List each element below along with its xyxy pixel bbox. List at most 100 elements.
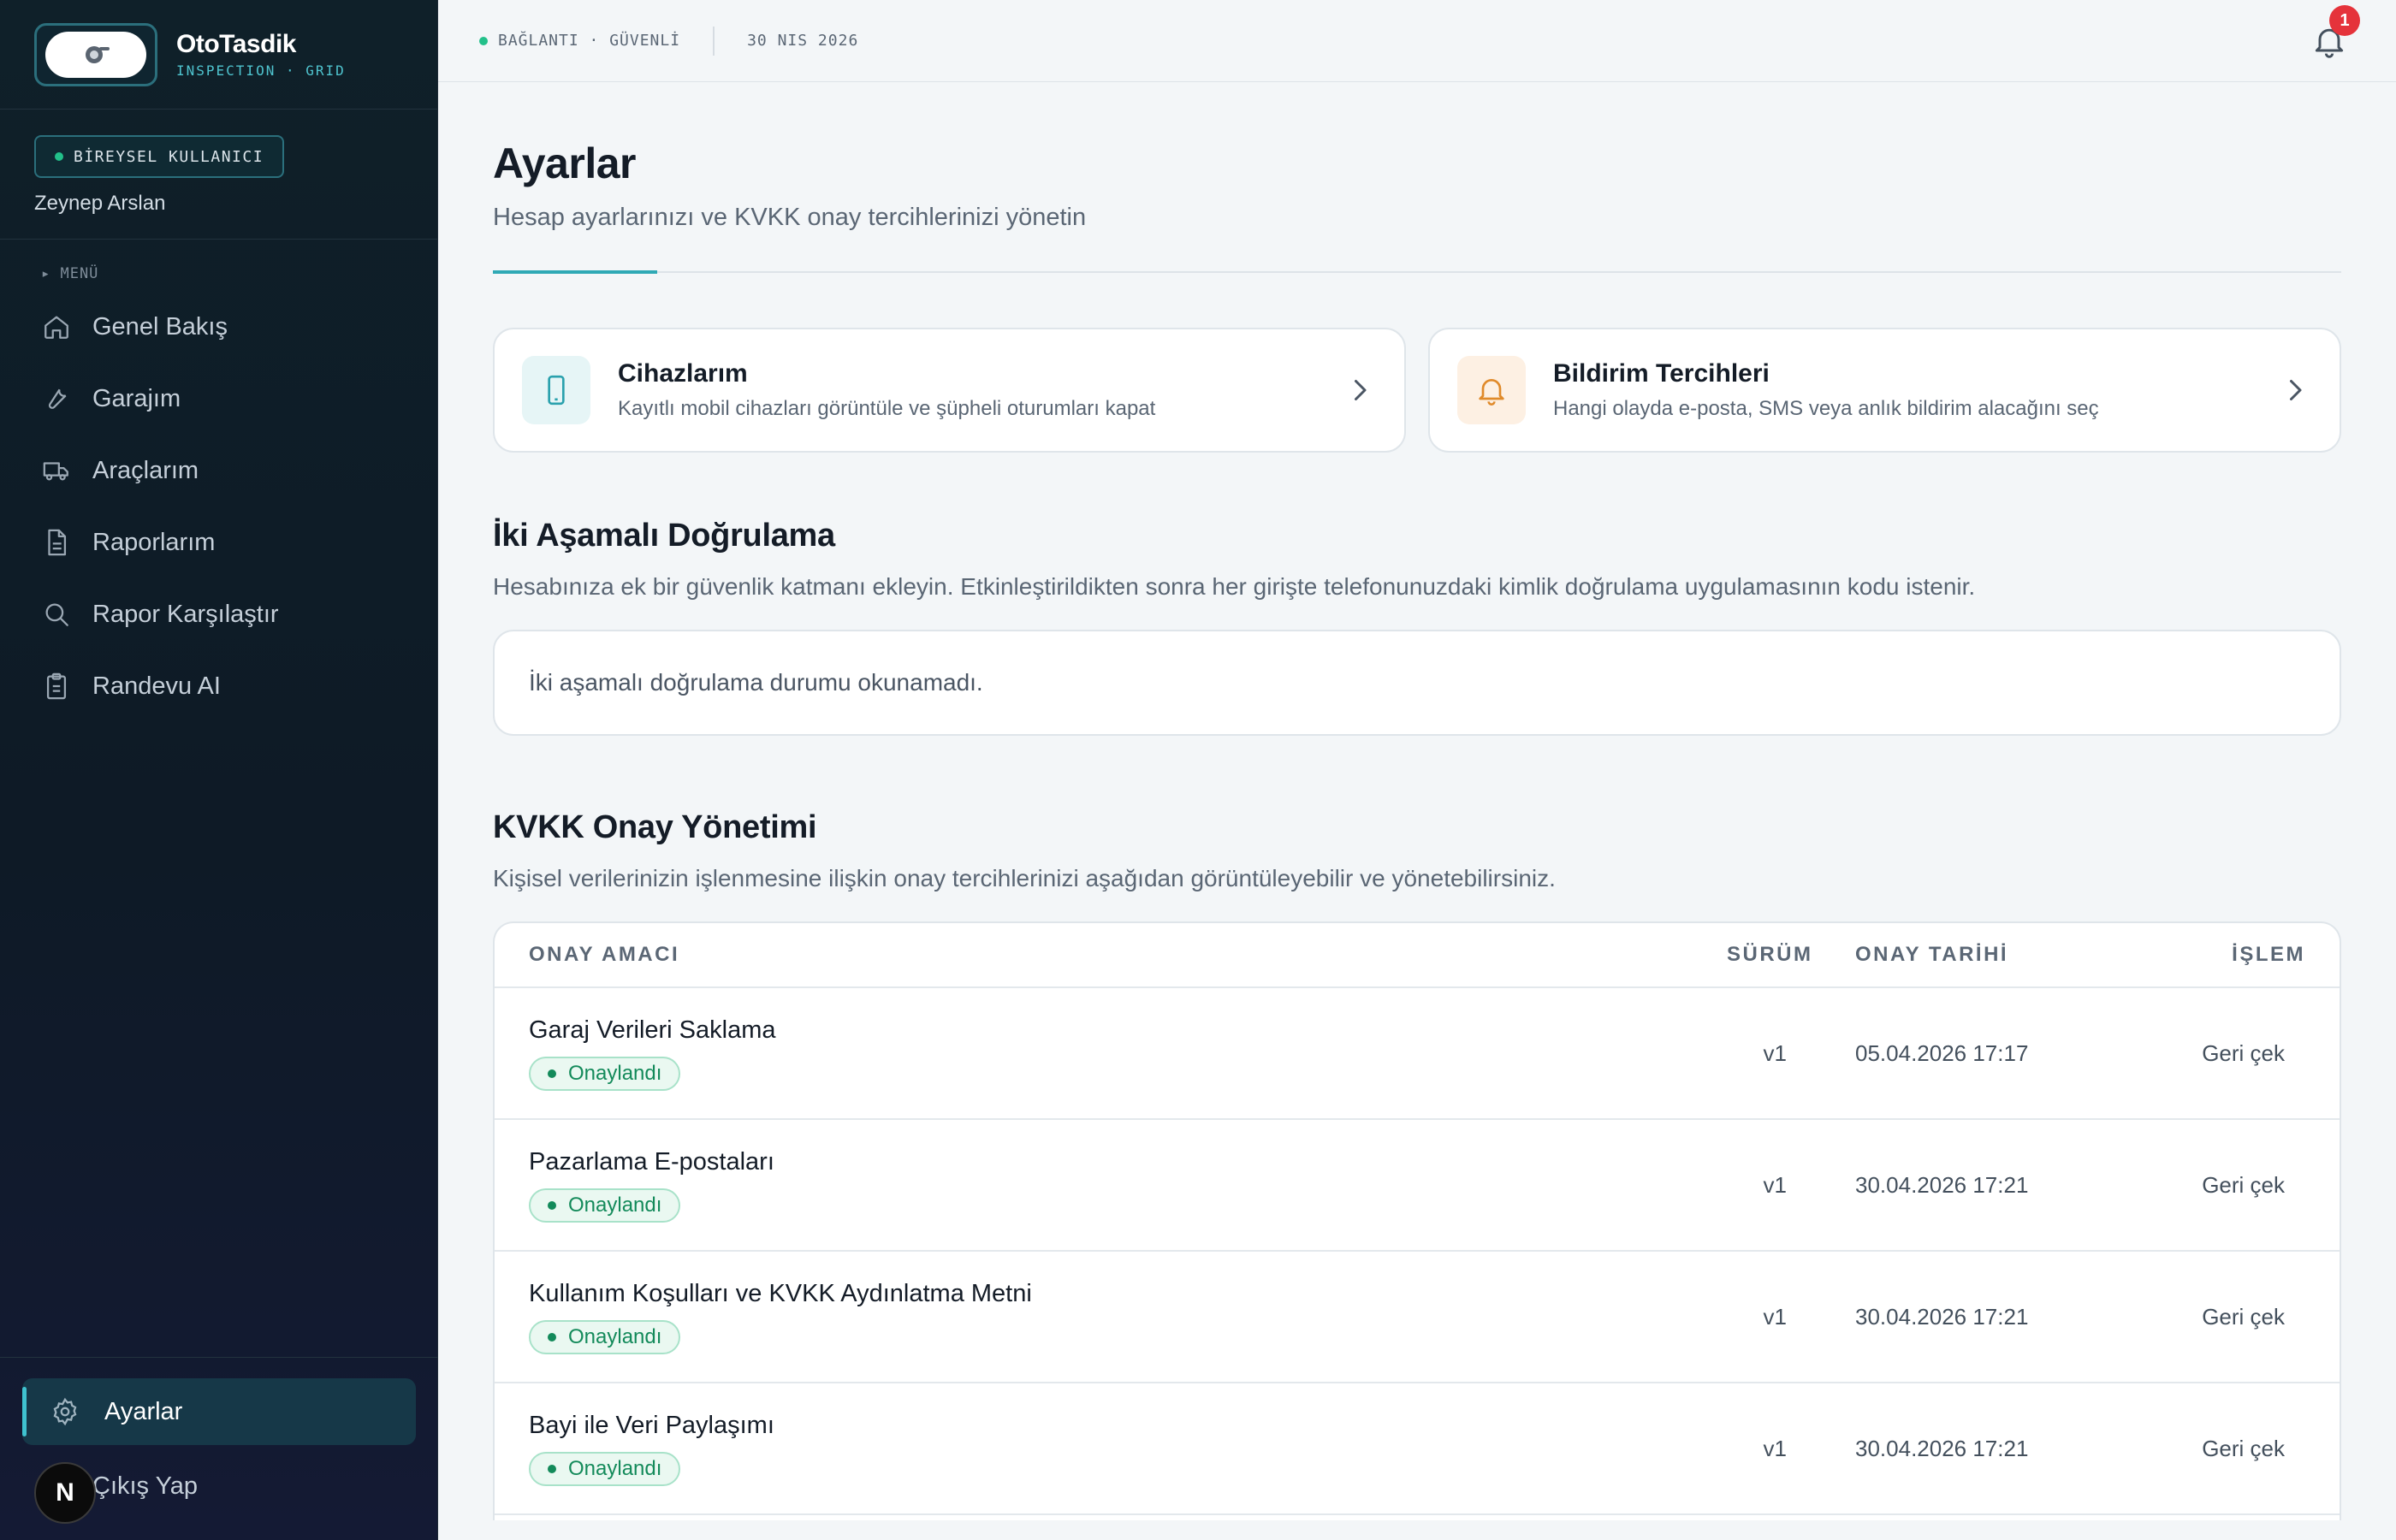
chevron-right-icon (1355, 380, 1367, 400)
consent-date: 30.04.2026 17:21 (1855, 1435, 2029, 1461)
sidebar-item-raporlarim[interactable]: Raporlarım (0, 506, 437, 578)
divider (713, 26, 715, 56)
brand-tagline: INSPECTION · GRID (176, 62, 346, 79)
table-row: Kullanım Koşulları ve KVKK Aydınlatma Me… (495, 1252, 2340, 1383)
logo-car-icon (45, 31, 146, 78)
section-title: KVKK Onay Yönetimi (493, 809, 817, 845)
sidebar-bottom: Ayarlar N Çıkış Yap (0, 1357, 438, 1540)
sidebar-item-garajim[interactable]: Garajım (0, 363, 437, 435)
devices-card[interactable]: Cihazlarım Kayıtlı mobil cihazları görün… (493, 328, 1406, 453)
chevron-right-icon (2290, 380, 2302, 400)
sidebar-item-rapor-karsilastir[interactable]: Rapor Karşılaştır (0, 578, 437, 650)
notification-count-badge: 1 (2329, 5, 2360, 36)
role-label: BİREYSEL KULLANICI (74, 147, 264, 166)
sidebar-item-ayarlar[interactable]: Ayarlar (22, 1378, 416, 1445)
withdraw-button[interactable]: Geri çek (2120, 1040, 2340, 1067)
column-header-date: ONAY TARİHİ (1855, 943, 2009, 966)
notifications-button[interactable]: 1 (2310, 5, 2360, 60)
next-badge[interactable]: N (34, 1462, 96, 1524)
section-subtitle: Kişisel verilerinizin işlenmesine ilişki… (493, 865, 1556, 891)
status-dot (479, 36, 488, 45)
card-title: Bildirim Tercihleri (1553, 359, 1770, 388)
page-title: Ayarlar (493, 139, 636, 187)
phone-icon (522, 356, 590, 424)
user-block: BİREYSEL KULLANICI Zeynep Arslan (0, 110, 437, 240)
consent-date: 30.04.2026 17:21 (1855, 1303, 2029, 1330)
truck-icon (41, 455, 72, 486)
column-header-version: SÜRÜM (1727, 943, 1813, 966)
main-menu: Genel Bakış Garajım Araçlarım Raporlarım… (0, 291, 437, 722)
status-badge: Onaylandı (529, 1319, 681, 1354)
status-label: Onaylandı (568, 1061, 662, 1085)
menu-label: ▸ MENÜ (41, 265, 99, 282)
consent-purpose: Garaj Verileri Saklama (529, 1016, 776, 1044)
document-icon (41, 527, 72, 558)
sidebar-item-label: Araçlarım (92, 456, 199, 484)
consent-purpose: Bayi ile Veri Paylaşımı (529, 1411, 774, 1439)
consent-purpose: Kullanım Koşulları ve KVKK Aydınlatma Me… (529, 1279, 1032, 1307)
sidebar-item-label: Ayarlar (104, 1397, 183, 1425)
consent-purpose: Pazarlama E-postaları (529, 1147, 774, 1176)
section-subtitle: Hesabınıza ek bir güvenlik katmanı ekley… (493, 573, 1976, 600)
tab-indicator (493, 270, 2341, 274)
two-factor-status: İki aşamalı doğrulama durumu okunamadı. (493, 630, 2341, 736)
status-dot (548, 1464, 556, 1473)
consent-version: v1 (1763, 1435, 1787, 1461)
two-factor-section: İki Aşamalı Doğrulama Hesabınıza ek bir … (493, 518, 2341, 736)
card-description: Hangi olayda e-posta, SMS veya anlık bil… (1553, 397, 2099, 420)
consent-date: 05.04.2026 17:17 (1855, 1040, 2029, 1066)
kvkk-section: KVKK Onay Yönetimi Kişisel verilerinizin… (493, 809, 2341, 1520)
table-row: Garaj Verileri Saklama Onaylandı v1 05.0… (495, 988, 2340, 1120)
consent-version: v1 (1763, 1171, 1787, 1198)
bell-icon (1457, 356, 1526, 424)
current-date: 30 NIS 2026 (747, 32, 859, 50)
notification-preferences-card[interactable]: Bildirim Tercihleri Hangi olayda e-posta… (1428, 328, 2341, 453)
wrench-icon (41, 383, 72, 414)
section-title: İki Aşamalı Doğrulama (493, 518, 835, 554)
withdraw-button[interactable]: Geri çek (2120, 1172, 2340, 1199)
withdraw-button[interactable]: Geri çek (2120, 1436, 2340, 1462)
brand: OtoTasdik INSPECTION · GRID (0, 0, 437, 110)
search-icon (41, 599, 72, 630)
consent-version: v1 (1763, 1303, 1787, 1330)
sidebar-item-label: Genel Bakış (92, 312, 228, 341)
settings-cards: Cihazlarım Kayıtlı mobil cihazları görün… (493, 328, 2341, 453)
status-dot (548, 1069, 556, 1078)
column-header-purpose: ONAY AMACI (529, 943, 680, 966)
sidebar-item-label: Randevu AI (92, 672, 221, 700)
card-title: Cihazlarım (618, 359, 748, 388)
table-row: Pazarlama E-postaları Onaylandı v1 30.04… (495, 1120, 2340, 1252)
status-label: Onaylandı (568, 1456, 662, 1480)
consent-date: 30.04.2026 17:21 (1855, 1171, 2029, 1198)
column-header-action: İŞLEM (2232, 943, 2305, 966)
sidebar-item-araclarim[interactable]: Araçlarım (0, 435, 437, 506)
status-badge: Onaylandı (529, 1451, 681, 1486)
connection-label: BAĞLANTI · GÜVENLİ (498, 32, 681, 50)
sidebar: OtoTasdik INSPECTION · GRID BİREYSEL KUL… (0, 0, 438, 1540)
status-label: Onaylandı (568, 1324, 662, 1348)
status-dot (55, 152, 63, 161)
gear-icon (50, 1396, 80, 1427)
sidebar-item-label: Raporlarım (92, 528, 216, 556)
table-row: Bayi ile Veri Paylaşımı Onaylandı v1 30.… (495, 1383, 2340, 1515)
withdraw-button[interactable]: Geri çek (2120, 1304, 2340, 1330)
sidebar-item-genel-bakis[interactable]: Genel Bakış (0, 291, 437, 363)
sidebar-item-label: Garajım (92, 384, 181, 412)
consent-table: ONAY AMACI SÜRÜM ONAY TARİHİ İŞLEM Garaj… (493, 921, 2341, 1520)
page-subtitle: Hesap ayarlarınızı ve KVKK onay tercihle… (493, 204, 1087, 231)
status-label: Onaylandı (568, 1193, 662, 1217)
status-dot (548, 1200, 556, 1210)
top-bar: BAĞLANTI · GÜVENLİ 30 NIS 2026 1 (438, 0, 2396, 82)
role-badge: BİREYSEL KULLANICI (34, 135, 285, 178)
logout-button[interactable]: N Çıkış Yap (22, 1450, 416, 1524)
sidebar-item-label: Rapor Karşılaştır (92, 600, 279, 628)
card-description: Kayıtlı mobil cihazları görüntüle ve şüp… (618, 397, 1156, 420)
status-badge: Onaylandı (529, 1056, 681, 1091)
sidebar-item-randevu-ai[interactable]: Randevu AI (0, 650, 437, 722)
user-name: Zeynep Arslan (34, 192, 166, 215)
clipboard-icon (41, 671, 72, 702)
logo[interactable] (34, 22, 157, 86)
brand-name: OtoTasdik (176, 30, 296, 58)
status-badge: Onaylandı (529, 1188, 681, 1223)
home-icon (41, 311, 72, 342)
